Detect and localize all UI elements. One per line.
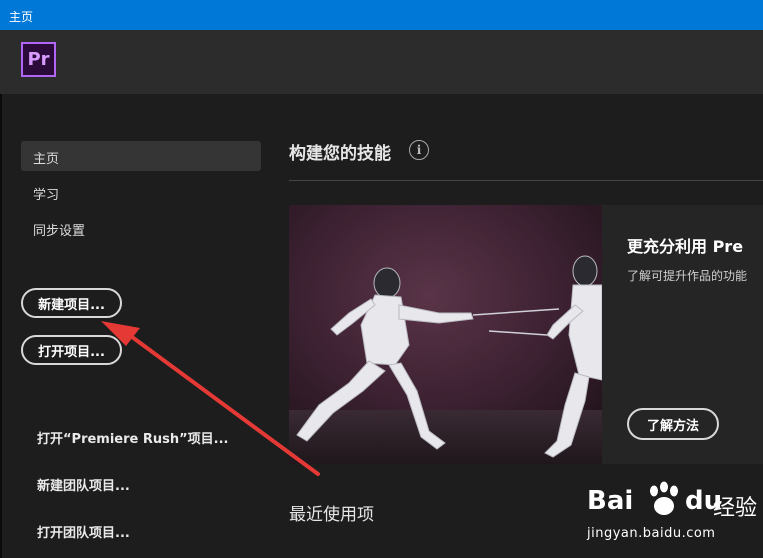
recent-items-title: 最近使用项	[289, 505, 374, 525]
window-title: 主页	[9, 10, 34, 24]
nav-item-home[interactable]: 主页	[21, 141, 261, 171]
baidu-jingyan-watermark: Bai du 经验 jingyan.baidu.com	[585, 470, 763, 558]
nav-item-sync-settings[interactable]: 同步设置	[21, 213, 261, 243]
open-project-button[interactable]: 打开项目...	[21, 335, 122, 365]
open-team-project-link[interactable]: 打开团队项目...	[37, 522, 130, 541]
nav-item-learn[interactable]: 学习	[21, 177, 261, 207]
watermark-brand-left: Bai	[587, 486, 634, 516]
section-divider	[289, 180, 763, 181]
premiere-pro-logo: Pr	[21, 42, 56, 77]
skill-card[interactable]: 更充分利用 Pre 了解可提升作品的功能 了解方法	[289, 205, 763, 464]
info-icon[interactable]: i	[409, 140, 429, 160]
watermark-url: jingyan.baidu.com	[587, 526, 716, 541]
section-title: 构建您的技能	[289, 144, 391, 164]
new-project-button[interactable]: 新建项目...	[21, 288, 122, 318]
nav-item-label: 学习	[33, 188, 60, 203]
app-header: Pr	[0, 30, 763, 94]
paw-icon	[650, 481, 678, 515]
card-title: 更充分利用 Pre	[627, 237, 744, 256]
new-team-project-link[interactable]: 新建团队项目...	[37, 475, 130, 494]
watermark-brand-cn: 经验	[713, 496, 758, 521]
open-rush-project-link[interactable]: 打开“Premiere Rush”项目...	[37, 428, 229, 447]
card-description: 了解可提升作品的功能	[627, 269, 748, 283]
left-edge-border	[0, 94, 2, 558]
learn-how-button[interactable]: 了解方法	[627, 408, 719, 440]
window-titlebar: 主页	[0, 0, 763, 30]
nav-item-label: 同步设置	[33, 224, 86, 239]
nav-item-label: 主页	[33, 152, 60, 167]
fencing-image	[289, 205, 602, 464]
